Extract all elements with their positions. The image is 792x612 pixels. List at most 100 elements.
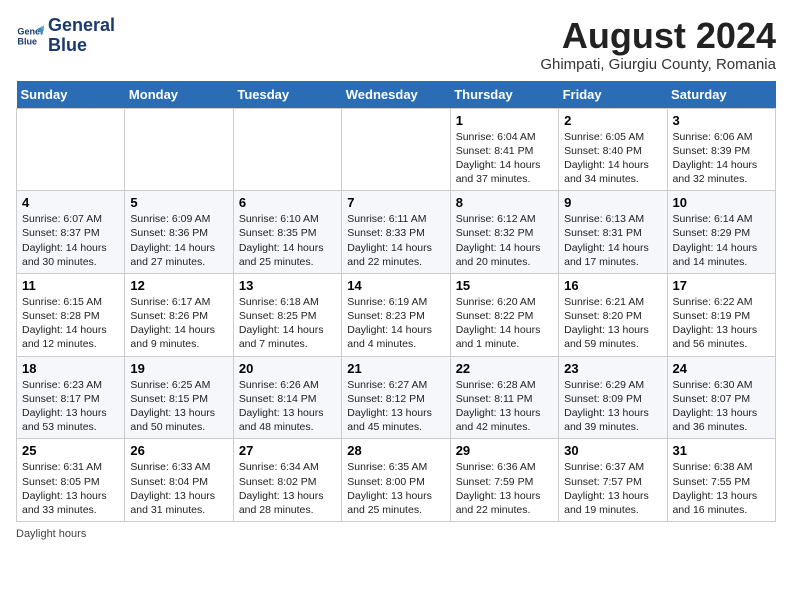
calendar-cell: 17Sunrise: 6:22 AM Sunset: 8:19 PM Dayli… <box>667 273 775 356</box>
calendar-cell: 5Sunrise: 6:09 AM Sunset: 8:36 PM Daylig… <box>125 191 233 274</box>
day-number: 19 <box>130 361 227 376</box>
day-number: 15 <box>456 278 553 293</box>
day-number: 20 <box>239 361 336 376</box>
weekday-header-tuesday: Tuesday <box>233 81 341 109</box>
day-number: 24 <box>673 361 770 376</box>
day-detail: Sunrise: 6:07 AM Sunset: 8:37 PM Dayligh… <box>22 212 119 269</box>
logo-icon: General Blue <box>16 22 44 50</box>
logo-text: General Blue <box>48 16 115 56</box>
calendar-cell <box>342 108 450 191</box>
footer: Daylight hours <box>16 528 776 540</box>
calendar-cell: 26Sunrise: 6:33 AM Sunset: 8:04 PM Dayli… <box>125 439 233 522</box>
day-detail: Sunrise: 6:36 AM Sunset: 7:59 PM Dayligh… <box>456 460 553 517</box>
calendar-cell: 22Sunrise: 6:28 AM Sunset: 8:11 PM Dayli… <box>450 356 558 439</box>
day-detail: Sunrise: 6:35 AM Sunset: 8:00 PM Dayligh… <box>347 460 444 517</box>
calendar-cell: 18 Sunrise: 6:23 AM Sunset: 8:17 PM Dayli… <box>17 356 125 439</box>
day-number: 25 <box>22 443 119 458</box>
calendar-cell: 20Sunrise: 6:26 AM Sunset: 8:14 PM Dayli… <box>233 356 341 439</box>
day-detail: Sunrise: 6:20 AM Sunset: 8:22 PM Dayligh… <box>456 295 553 352</box>
calendar-cell: 3 Sunrise: 6:06 AM Sunset: 8:39 PM Daylig… <box>667 108 775 191</box>
day-detail: Sunrise: 6:27 AM Sunset: 8:12 PM Dayligh… <box>347 378 444 435</box>
day-detail: Sunrise: 6:31 AM Sunset: 8:05 PM Dayligh… <box>22 460 119 517</box>
location-subtitle: Ghimpati, Giurgiu County, Romania <box>540 56 776 73</box>
day-detail: Sunrise: 6:30 AM Sunset: 8:07 PM Dayligh… <box>673 378 770 435</box>
day-detail: Sunrise: 6:10 AM Sunset: 8:35 PM Dayligh… <box>239 212 336 269</box>
day-detail: Sunrise: 6:29 AM Sunset: 8:09 PM Dayligh… <box>564 378 661 435</box>
day-number: 12 <box>130 278 227 293</box>
day-detail: Sunrise: 6:05 AM Sunset: 8:40 PM Dayligh… <box>564 130 661 187</box>
day-number: 18 <box>22 361 119 376</box>
calendar-cell: 25 Sunrise: 6:31 AM Sunset: 8:05 PM Dayli… <box>17 439 125 522</box>
calendar-cell <box>125 108 233 191</box>
day-detail: Sunrise: 6:23 AM Sunset: 8:17 PM Dayligh… <box>22 378 119 435</box>
calendar-cell: 1Sunrise: 6:04 AM Sunset: 8:41 PM Daylig… <box>450 108 558 191</box>
calendar-cell: 10 Sunrise: 6:14 AM Sunset: 8:29 PM Dayli… <box>667 191 775 274</box>
calendar-cell: 29 Sunrise: 6:36 AM Sunset: 7:59 PM Dayli… <box>450 439 558 522</box>
calendar-cell: 7Sunrise: 6:11 AM Sunset: 8:33 PM Daylig… <box>342 191 450 274</box>
calendar-cell: 11 Sunrise: 6:15 AM Sunset: 8:28 PM Dayli… <box>17 273 125 356</box>
calendar-cell: 31 Sunrise: 6:38 AM Sunset: 7:55 PM Dayli… <box>667 439 775 522</box>
calendar-cell: 28 Sunrise: 6:35 AM Sunset: 8:00 PM Dayli… <box>342 439 450 522</box>
weekday-header-friday: Friday <box>559 81 667 109</box>
day-number: 11 <box>22 278 119 293</box>
day-number: 3 <box>673 113 770 128</box>
calendar-cell <box>17 108 125 191</box>
weekday-header-saturday: Saturday <box>667 81 775 109</box>
svg-text:Blue: Blue <box>17 36 37 46</box>
day-detail: Sunrise: 6:11 AM Sunset: 8:33 PM Dayligh… <box>347 212 444 269</box>
calendar-cell: 23 Sunrise: 6:29 AM Sunset: 8:09 PM Dayli… <box>559 356 667 439</box>
calendar-cell: 15 Sunrise: 6:20 AM Sunset: 8:22 PM Dayli… <box>450 273 558 356</box>
calendar-cell <box>233 108 341 191</box>
day-detail: Sunrise: 6:06 AM Sunset: 8:39 PM Dayligh… <box>673 130 770 187</box>
calendar-cell: 13 Sunrise: 6:18 AM Sunset: 8:25 PM Dayli… <box>233 273 341 356</box>
title-block: August 2024 Ghimpati, Giurgiu County, Ro… <box>540 16 776 73</box>
day-number: 4 <box>22 195 119 210</box>
day-detail: Sunrise: 6:33 AM Sunset: 8:04 PM Dayligh… <box>130 460 227 517</box>
logo: General Blue General Blue <box>16 16 115 56</box>
calendar-cell: 24 Sunrise: 6:30 AM Sunset: 8:07 PM Dayli… <box>667 356 775 439</box>
page-header: General Blue General Blue August 2024 Gh… <box>16 16 776 73</box>
day-detail: Sunrise: 6:22 AM Sunset: 8:19 PM Dayligh… <box>673 295 770 352</box>
calendar-week-row: 18 Sunrise: 6:23 AM Sunset: 8:17 PM Dayli… <box>17 356 776 439</box>
calendar-cell: 2Sunrise: 6:05 AM Sunset: 8:40 PM Daylig… <box>559 108 667 191</box>
calendar-cell: 19 Sunrise: 6:25 AM Sunset: 8:15 PM Dayli… <box>125 356 233 439</box>
day-number: 28 <box>347 443 444 458</box>
weekday-header-thursday: Thursday <box>450 81 558 109</box>
calendar-cell: 27Sunrise: 6:34 AM Sunset: 8:02 PM Dayli… <box>233 439 341 522</box>
day-detail: Sunrise: 6:14 AM Sunset: 8:29 PM Dayligh… <box>673 212 770 269</box>
day-number: 5 <box>130 195 227 210</box>
calendar-cell: 14Sunrise: 6:19 AM Sunset: 8:23 PM Dayli… <box>342 273 450 356</box>
day-detail: Sunrise: 6:18 AM Sunset: 8:25 PM Dayligh… <box>239 295 336 352</box>
calendar-week-row: 4 Sunrise: 6:07 AM Sunset: 8:37 PM Daylig… <box>17 191 776 274</box>
weekday-header-monday: Monday <box>125 81 233 109</box>
calendar-week-row: 1Sunrise: 6:04 AM Sunset: 8:41 PM Daylig… <box>17 108 776 191</box>
day-number: 27 <box>239 443 336 458</box>
weekday-header-row: SundayMondayTuesdayWednesdayThursdayFrid… <box>17 81 776 109</box>
day-number: 13 <box>239 278 336 293</box>
calendar-week-row: 11 Sunrise: 6:15 AM Sunset: 8:28 PM Dayli… <box>17 273 776 356</box>
day-detail: Sunrise: 6:17 AM Sunset: 8:26 PM Dayligh… <box>130 295 227 352</box>
calendar-cell: 16Sunrise: 6:21 AM Sunset: 8:20 PM Dayli… <box>559 273 667 356</box>
day-number: 30 <box>564 443 661 458</box>
month-year-title: August 2024 <box>540 16 776 56</box>
day-detail: Sunrise: 6:25 AM Sunset: 8:15 PM Dayligh… <box>130 378 227 435</box>
day-number: 14 <box>347 278 444 293</box>
day-number: 8 <box>456 195 553 210</box>
calendar-cell: 8Sunrise: 6:12 AM Sunset: 8:32 PM Daylig… <box>450 191 558 274</box>
day-detail: Sunrise: 6:38 AM Sunset: 7:55 PM Dayligh… <box>673 460 770 517</box>
calendar-week-row: 25 Sunrise: 6:31 AM Sunset: 8:05 PM Dayli… <box>17 439 776 522</box>
footer-label: Daylight hours <box>16 528 86 540</box>
day-number: 31 <box>673 443 770 458</box>
day-number: 6 <box>239 195 336 210</box>
calendar-cell: 21Sunrise: 6:27 AM Sunset: 8:12 PM Dayli… <box>342 356 450 439</box>
calendar-cell: 6 Sunrise: 6:10 AM Sunset: 8:35 PM Daylig… <box>233 191 341 274</box>
calendar-cell: 12 Sunrise: 6:17 AM Sunset: 8:26 PM Dayli… <box>125 273 233 356</box>
day-number: 29 <box>456 443 553 458</box>
day-number: 22 <box>456 361 553 376</box>
day-detail: Sunrise: 6:21 AM Sunset: 8:20 PM Dayligh… <box>564 295 661 352</box>
day-number: 23 <box>564 361 661 376</box>
day-detail: Sunrise: 6:15 AM Sunset: 8:28 PM Dayligh… <box>22 295 119 352</box>
day-number: 10 <box>673 195 770 210</box>
day-detail: Sunrise: 6:04 AM Sunset: 8:41 PM Dayligh… <box>456 130 553 187</box>
calendar-cell: 9Sunrise: 6:13 AM Sunset: 8:31 PM Daylig… <box>559 191 667 274</box>
